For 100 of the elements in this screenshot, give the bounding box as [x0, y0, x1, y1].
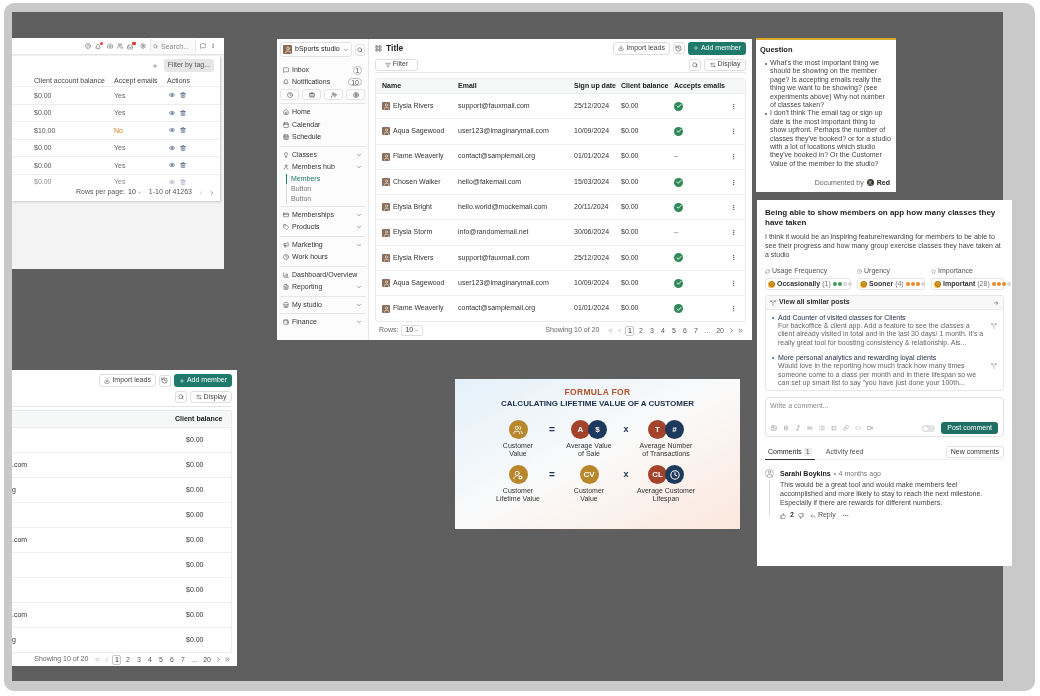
caret-icon [414, 328, 420, 334]
search-button[interactable] [175, 391, 187, 403]
avatar-icon [382, 178, 390, 187]
split-icon [770, 299, 776, 306]
delete-icon[interactable] [180, 162, 186, 169]
smiley-icon [934, 280, 941, 288]
view-icon[interactable] [169, 178, 175, 185]
symbol-badge: CV [579, 465, 599, 484]
delete-icon[interactable] [180, 109, 186, 116]
dollar-icon [352, 91, 359, 98]
wallet-icon [283, 319, 289, 326]
infographic-title: CALCULATING LIFETIME VALUE OF A CUSTOMER [500, 399, 695, 409]
quick-action-button[interactable] [280, 89, 299, 100]
quick-action-button[interactable] [302, 89, 321, 100]
symbol-badge: # [665, 420, 684, 439]
calendar-icon [283, 121, 289, 128]
add-icon[interactable] [151, 62, 158, 69]
megaphone-icon [283, 241, 289, 248]
chevron-down-icon [342, 46, 349, 53]
thumbs-down-icon[interactable] [797, 512, 804, 519]
delete-icon[interactable] [180, 127, 186, 134]
previous-page-icon[interactable] [103, 656, 111, 663]
download-icon [104, 377, 111, 384]
more-icon[interactable] [210, 43, 216, 49]
avatar-icon [866, 179, 874, 187]
numbered-list-icon[interactable] [831, 425, 837, 432]
delete-icon[interactable] [180, 92, 186, 99]
add-user-icon [330, 91, 337, 98]
user-icon [283, 164, 289, 171]
history-button[interactable] [158, 374, 171, 387]
page-title: Title [386, 41, 404, 55]
arrows-icon [709, 61, 716, 68]
search-icon [692, 61, 698, 68]
link-icon[interactable] [843, 425, 849, 432]
calendar-range-icon [283, 134, 289, 141]
bold-icon[interactable] [783, 425, 789, 432]
split-icon[interactable] [991, 323, 997, 329]
search-icon [178, 394, 184, 400]
plus-icon [178, 377, 185, 384]
refresh-icon [765, 269, 770, 274]
next-page-icon[interactable] [215, 656, 222, 663]
avatar-icon [382, 253, 390, 262]
toggle-switch[interactable] [922, 424, 936, 432]
times-sign: x [622, 467, 630, 481]
first-page-icon[interactable] [94, 656, 102, 663]
history-icon [675, 44, 683, 52]
lightbulb-icon [283, 151, 289, 158]
last-page-icon[interactable] [737, 327, 744, 335]
thumbs-up-icon[interactable] [780, 512, 786, 519]
view-icon[interactable] [169, 127, 175, 134]
view-icon[interactable] [169, 144, 175, 151]
caret-icon [136, 190, 142, 195]
video-icon[interactable] [867, 425, 873, 432]
image-icon[interactable] [771, 425, 777, 432]
clock-icon [857, 269, 862, 274]
equals-sign: = [548, 468, 556, 482]
first-page-icon[interactable] [607, 327, 615, 335]
bar-chart-icon [283, 271, 289, 278]
view-icon[interactable] [169, 92, 175, 99]
delete-icon[interactable] [180, 144, 186, 151]
camera-icon[interactable] [107, 43, 113, 49]
bell-icon[interactable] [95, 42, 103, 50]
smiley-icon [768, 280, 775, 288]
bullet-list-icon[interactable] [819, 425, 825, 432]
next-page-icon[interactable] [209, 189, 215, 196]
symbol-badge: A [571, 420, 590, 439]
search-button[interactable] [354, 43, 365, 56]
smiley-icon [860, 280, 867, 288]
search-button[interactable] [689, 58, 701, 71]
view-icon[interactable] [169, 162, 175, 169]
inbox-icon[interactable] [127, 42, 136, 50]
heading-icon[interactable] [807, 425, 813, 432]
history-button[interactable] [672, 42, 685, 54]
last-page-icon[interactable] [224, 656, 231, 663]
split-icon[interactable] [991, 363, 997, 370]
quick-action-button[interactable] [324, 89, 343, 100]
quick-action-button[interactable] [346, 89, 365, 100]
chat-icon[interactable] [200, 43, 206, 49]
arrows-icon [195, 394, 202, 400]
infographic-kicker: FORMULA FOR [564, 387, 631, 397]
star-icon [931, 269, 936, 274]
settings-icon[interactable] [140, 43, 146, 49]
bell-icon [283, 79, 289, 85]
previous-page-icon[interactable] [616, 327, 624, 335]
search-icon [153, 43, 158, 49]
next-page-icon[interactable] [728, 327, 735, 335]
view-icon[interactable] [169, 109, 175, 116]
clock-icon [283, 254, 289, 261]
avatar-icon [382, 304, 390, 313]
italic-icon[interactable] [795, 425, 801, 432]
users-icon[interactable] [117, 43, 123, 49]
help-icon[interactable] [85, 43, 91, 49]
arrow-right-icon[interactable] [993, 299, 999, 306]
post-title: Being able to show members on app how many classes they have taken [765, 208, 997, 228]
times-sign: x [622, 422, 630, 436]
avatar-icon [382, 203, 390, 212]
avatar-icon [382, 127, 390, 136]
store-icon [283, 301, 289, 308]
avatar-icon [382, 102, 390, 111]
document-icon [283, 284, 289, 291]
